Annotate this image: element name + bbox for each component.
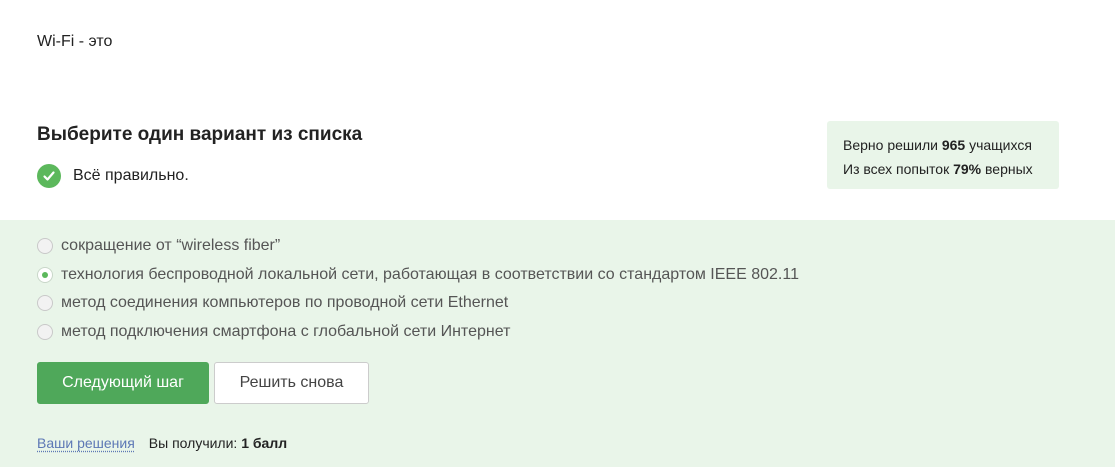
footer-row: Ваши решения Вы получили: 1 балл (37, 435, 287, 451)
radio-dot-icon (42, 272, 48, 278)
radio-button[interactable] (37, 324, 53, 340)
result-text: Всё правильно. (73, 167, 189, 184)
solved-count: 965 (941, 137, 966, 153)
option-label: сокращение от “wireless fiber” (61, 237, 281, 254)
option-3[interactable]: метод соединения компьютеров по проводно… (37, 294, 508, 312)
radio-button-selected[interactable] (37, 267, 53, 283)
your-solutions-link[interactable]: Ваши решения (37, 435, 135, 451)
radio-button[interactable] (37, 238, 53, 254)
check-circle-icon (37, 164, 61, 188)
question-text: Wi-Fi - это (37, 33, 113, 50)
next-step-button[interactable]: Следующий шаг (37, 362, 209, 404)
radio-button[interactable] (37, 295, 53, 311)
option-label: технология беспроводной локальной сети, … (61, 266, 799, 283)
retry-button[interactable]: Решить снова (214, 362, 369, 404)
instruction-heading: Выберите один вариант из списка (37, 124, 363, 145)
option-label: метод соединения компьютеров по проводно… (61, 294, 509, 311)
points-value: 1 балл (241, 435, 288, 451)
stats-solved-line: Верно решили 965 учащихся (843, 137, 1032, 153)
correct-percent: 79% (953, 161, 982, 177)
step-page: Wi-Fi - это Выберите один вариант из спи… (0, 0, 1115, 467)
options-area: сокращение от “wireless fiber” технологи… (0, 220, 1115, 467)
option-4[interactable]: метод подключения смартфона с глобальной… (37, 323, 510, 341)
option-1[interactable]: сокращение от “wireless fiber” (37, 237, 280, 255)
stats-percent-line: Из всех попыток 79% верных (843, 161, 1033, 177)
points-received: Вы получили: 1 балл (148, 435, 288, 451)
option-label: метод подключения смартфона с глобальной… (61, 323, 511, 340)
stats-box: Верно решили 965 учащихся Из всех попыто… (827, 121, 1059, 189)
option-2[interactable]: технология беспроводной локальной сети, … (37, 266, 799, 284)
result-status: Всё правильно. (37, 164, 189, 188)
